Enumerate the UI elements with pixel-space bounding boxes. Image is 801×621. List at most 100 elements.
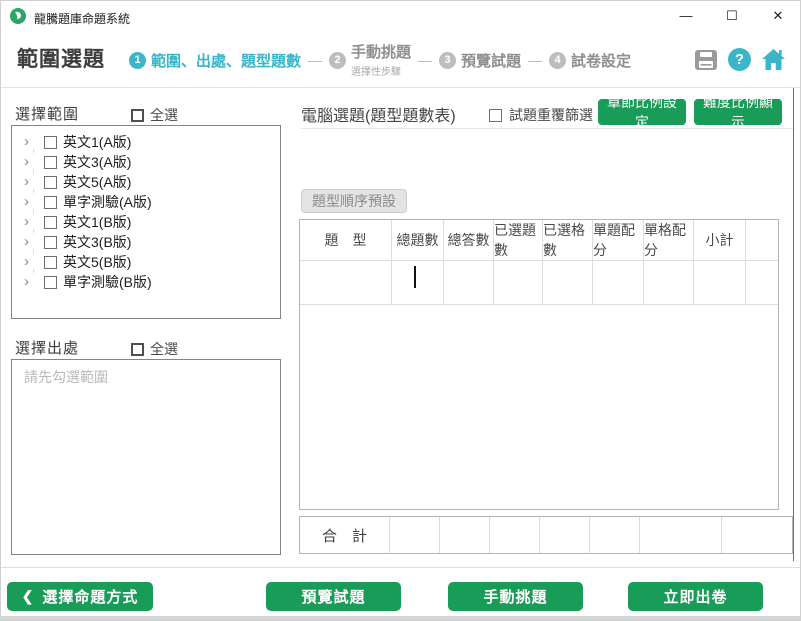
range-item-checkbox[interactable] bbox=[44, 276, 57, 289]
range-item-checkbox[interactable] bbox=[44, 256, 57, 269]
manual-pick-button[interactable]: 手動挑題 bbox=[448, 582, 583, 611]
chapter-ratio-button[interactable]: 章節比例設定 bbox=[598, 99, 686, 125]
range-item[interactable]: › 英文5(B版) bbox=[12, 252, 280, 272]
duplicate-filter-label: 試題重覆篩選 bbox=[509, 105, 593, 125]
range-item[interactable]: › 英文5(A版) bbox=[12, 172, 280, 192]
total-cell bbox=[722, 517, 792, 553]
table-cell-total-answers[interactable] bbox=[444, 261, 494, 305]
question-type-table: 題 型 總題數 總答數 已選題數 已選格數 單題配分 單格配分 小計 bbox=[299, 219, 779, 510]
expand-chevron-icon[interactable]: › bbox=[24, 195, 38, 209]
range-item-checkbox[interactable] bbox=[44, 196, 57, 209]
total-row-table: 合 計 bbox=[299, 516, 793, 554]
table-cell-points-per-blank[interactable] bbox=[644, 261, 694, 305]
range-item[interactable]: › 單字測驗(A版) bbox=[12, 192, 280, 212]
titlebar: 龍騰題庫命題系統 — ☐ ✕ bbox=[1, 1, 801, 31]
range-item-checkbox[interactable] bbox=[44, 156, 57, 169]
column-header: 單題配分 bbox=[593, 220, 644, 261]
range-item-label: 英文3(B版) bbox=[63, 232, 131, 252]
expand-chevron-icon[interactable]: › bbox=[24, 135, 38, 149]
step-1-label: 範圍、出處、題型題數 bbox=[151, 50, 301, 71]
step-2-subtitle: 選擇性步驟 bbox=[351, 67, 401, 78]
source-select-all[interactable]: 全選 bbox=[131, 339, 178, 359]
column-header bbox=[746, 220, 778, 261]
step-2-label: 手動挑題 選擇性步驟 bbox=[351, 41, 411, 79]
table-cell-selected-questions[interactable] bbox=[494, 261, 543, 305]
app-logo-icon bbox=[10, 8, 26, 24]
total-cell bbox=[540, 517, 590, 553]
duplicate-filter[interactable]: 試題重覆篩選 bbox=[489, 105, 593, 125]
range-item-label: 單字測驗(B版) bbox=[63, 272, 152, 292]
range-item-checkbox[interactable] bbox=[44, 136, 57, 149]
step-separator: — bbox=[418, 52, 432, 68]
range-item-label: 英文1(A版) bbox=[63, 132, 131, 152]
range-section-title: 選擇範圍 bbox=[15, 103, 79, 124]
table-cell-extra[interactable] bbox=[746, 261, 778, 305]
range-item-checkbox[interactable] bbox=[44, 176, 57, 189]
source-placeholder: 請先勾選範圍 bbox=[24, 367, 108, 387]
minimize-button[interactable]: — bbox=[669, 1, 703, 31]
maximize-button[interactable]: ☐ bbox=[715, 1, 749, 31]
generate-paper-button[interactable]: 立即出卷 bbox=[628, 582, 763, 611]
total-cell bbox=[590, 517, 640, 553]
table-cell-selected-blanks[interactable] bbox=[543, 261, 593, 305]
step-3-label: 預覽試題 bbox=[461, 50, 521, 71]
page-title: 範圍選題 bbox=[17, 43, 105, 73]
duplicate-filter-checkbox[interactable] bbox=[489, 109, 502, 122]
help-icon[interactable]: ? bbox=[728, 48, 751, 71]
range-select-all-checkbox[interactable] bbox=[131, 109, 144, 122]
home-icon[interactable] bbox=[761, 47, 786, 72]
save-icon[interactable] bbox=[693, 47, 718, 72]
range-item[interactable]: › 英文1(A版) bbox=[12, 132, 280, 152]
total-label-cell: 合 計 bbox=[300, 517, 390, 553]
table-cell-subtotal[interactable] bbox=[694, 261, 746, 305]
difficulty-ratio-button[interactable]: 難度比例顯示 bbox=[694, 99, 782, 125]
range-item[interactable]: › 英文1(B版) bbox=[12, 212, 280, 232]
column-header: 已選格數 bbox=[543, 220, 593, 261]
total-cell bbox=[640, 517, 722, 553]
step-2-circle: 2 bbox=[329, 52, 346, 69]
range-item-checkbox[interactable] bbox=[44, 236, 57, 249]
step-1-circle: 1 bbox=[129, 52, 146, 69]
step-4-label: 試卷設定 bbox=[571, 50, 631, 71]
column-header: 總答數 bbox=[444, 220, 494, 261]
preview-questions-button[interactable]: 預覽試題 bbox=[266, 582, 401, 611]
source-section-title: 選擇出處 bbox=[15, 337, 79, 358]
step-2-title: 手動挑題 bbox=[351, 44, 411, 61]
range-item-checkbox[interactable] bbox=[44, 216, 57, 229]
expand-chevron-icon[interactable]: › bbox=[24, 155, 38, 169]
header-icons: ? bbox=[693, 47, 786, 72]
expand-chevron-icon[interactable]: › bbox=[24, 175, 38, 189]
app-window: 龍騰題庫命題系統 — ☐ ✕ 範圍選題 1 範圍、出處、題型題數 — 2 手動挑… bbox=[0, 0, 801, 621]
type-order-preset-button[interactable]: 題型順序預設 bbox=[301, 189, 407, 213]
expand-chevron-icon[interactable]: › bbox=[24, 275, 38, 289]
source-listbox[interactable]: 請先勾選範圍 bbox=[11, 359, 281, 555]
table-cell-type[interactable] bbox=[300, 261, 392, 305]
table-cell-total-questions[interactable] bbox=[392, 261, 444, 305]
table-header-row: 題 型 總題數 總答數 已選題數 已選格數 單題配分 單格配分 小計 bbox=[300, 220, 778, 261]
range-item[interactable]: › 單字測驗(B版) bbox=[12, 272, 280, 292]
expand-chevron-icon[interactable]: › bbox=[24, 215, 38, 229]
step-3-circle: 3 bbox=[439, 52, 456, 69]
step-separator: — bbox=[528, 52, 542, 68]
close-button[interactable]: ✕ bbox=[761, 1, 795, 31]
column-header: 題 型 bbox=[300, 220, 392, 261]
range-item-label: 英文1(B版) bbox=[63, 212, 131, 232]
range-select-all-label: 全選 bbox=[150, 105, 178, 125]
expand-chevron-icon[interactable]: › bbox=[24, 235, 38, 249]
source-select-all-checkbox[interactable] bbox=[131, 343, 144, 356]
right-panel-divider bbox=[301, 128, 793, 129]
table-cell-points-per-question[interactable] bbox=[593, 261, 644, 305]
right-panel-edge bbox=[793, 88, 794, 561]
range-item-label: 英文5(B版) bbox=[63, 252, 131, 272]
expand-chevron-icon[interactable]: › bbox=[24, 255, 38, 269]
range-select-all[interactable]: 全選 bbox=[131, 105, 178, 125]
column-header: 單格配分 bbox=[644, 220, 694, 261]
table-row bbox=[300, 261, 778, 305]
range-item[interactable]: › 英文3(A版) bbox=[12, 152, 280, 172]
range-item-label: 英文3(A版) bbox=[63, 152, 131, 172]
text-cursor bbox=[414, 266, 416, 288]
choose-method-button[interactable]: ❮ 選擇命題方式 bbox=[7, 582, 153, 611]
total-cell bbox=[440, 517, 490, 553]
window-title: 龍騰題庫命題系統 bbox=[34, 10, 130, 27]
range-item[interactable]: › 英文3(B版) bbox=[12, 232, 280, 252]
